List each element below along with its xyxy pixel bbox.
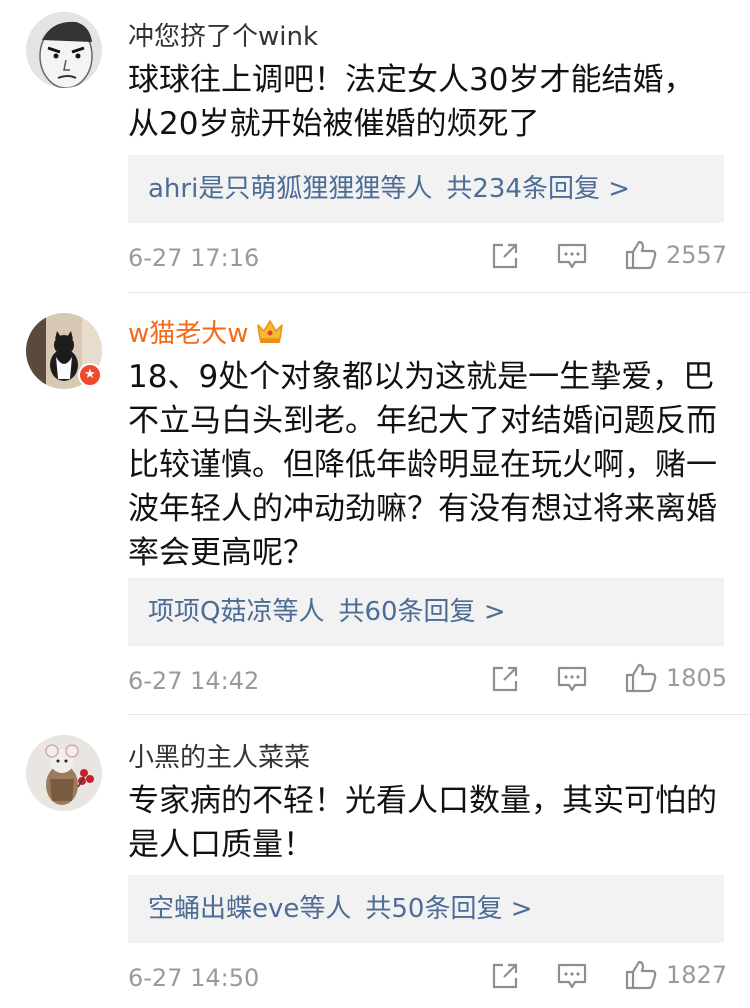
- share-button[interactable]: [490, 241, 520, 271]
- timestamp: 6-27 17:16: [128, 244, 260, 272]
- reply-summary-text: 空蛹出蝶eve等人 共50条回复 >: [148, 875, 533, 943]
- timestamp: 6-27 14:50: [128, 964, 260, 992]
- comment-button[interactable]: [556, 664, 588, 694]
- like-count: 1827: [666, 961, 728, 989]
- reply-summary-text: 项项Q菇凉等人 共60条回复 >: [148, 578, 506, 646]
- reply-summary[interactable]: ahri是只萌狐狸狸狸等人 共234条回复 >: [128, 155, 724, 223]
- username[interactable]: 小黑的主人菜菜: [128, 737, 310, 774]
- share-icon: [492, 963, 518, 989]
- share-button[interactable]: [490, 961, 520, 991]
- comment-icon: [557, 963, 587, 989]
- share-button[interactable]: [490, 664, 520, 694]
- reply-users: 项项Q菇凉等人: [148, 597, 325, 627]
- username[interactable]: 冲您挤了个wink: [128, 16, 318, 53]
- avatar[interactable]: [26, 12, 102, 88]
- comment-button[interactable]: [556, 961, 588, 991]
- avatar[interactable]: [26, 735, 102, 811]
- crown-icon: [255, 317, 285, 352]
- reply-summary[interactable]: 项项Q菇凉等人 共60条回复 >: [128, 578, 724, 646]
- reply-summary[interactable]: 空蛹出蝶eve等人 共50条回复 >: [128, 875, 724, 943]
- like-count: 2557: [666, 241, 728, 269]
- avatar-mouse-figure: [26, 735, 102, 811]
- like-icon: [625, 960, 657, 990]
- username-text: w猫老大w: [128, 319, 249, 349]
- reply-summary-text: ahri是只萌狐狸狸狸等人 共234条回复 >: [148, 155, 630, 223]
- share-icon: [492, 666, 518, 692]
- like-icon: [625, 240, 657, 270]
- comment-text: 专家病的不轻！光看人口数量，其实可怕的是人口质量！: [128, 783, 717, 863]
- reply-users: 空蛹出蝶eve等人: [148, 894, 352, 924]
- reply-count-link[interactable]: 共60条回复 >: [338, 597, 505, 627]
- reply-users: ahri是只萌狐狸狸狸等人: [148, 174, 433, 204]
- reply-count-link[interactable]: 共234条回复 >: [446, 174, 630, 204]
- timestamp: 6-27 14:42: [128, 667, 260, 695]
- comment-button[interactable]: [556, 241, 588, 271]
- comment-2: ★ w猫老大w 18、9处个对象都以为这就是一生挚爱，巴不立马白头到老。年纪大了…: [0, 293, 750, 708]
- like-button[interactable]: 1805: [624, 662, 727, 694]
- comment-text: 球球往上调吧！法定女人30岁才能结婚，从20岁就开始被催婚的烦死了: [128, 62, 695, 142]
- verified-badge-icon: ★: [78, 363, 102, 387]
- reply-count-link[interactable]: 共50条回复 >: [365, 894, 532, 924]
- username[interactable]: w猫老大w: [128, 313, 285, 352]
- like-icon: [625, 663, 657, 693]
- comment-1: 冲您挤了个wink 球球往上调吧！法定女人30岁才能结婚，从20岁就开始被催婚的…: [0, 0, 750, 285]
- like-count: 1805: [666, 664, 728, 692]
- comment-text: 18、9处个对象都以为这就是一生挚爱，巴不立马白头到老。年纪大了对结婚问题反而比…: [128, 359, 717, 571]
- comment-3: 小黑的主人菜菜 专家病的不轻！光看人口数量，其实可怕的是人口质量！ 空蛹出蝶ev…: [0, 715, 750, 1008]
- avatar-face-drawing: [26, 12, 102, 88]
- like-button[interactable]: 1827: [624, 959, 727, 991]
- like-button[interactable]: 2557: [624, 239, 727, 271]
- comment-icon: [557, 666, 587, 692]
- share-icon: [492, 243, 518, 269]
- comment-icon: [557, 243, 587, 269]
